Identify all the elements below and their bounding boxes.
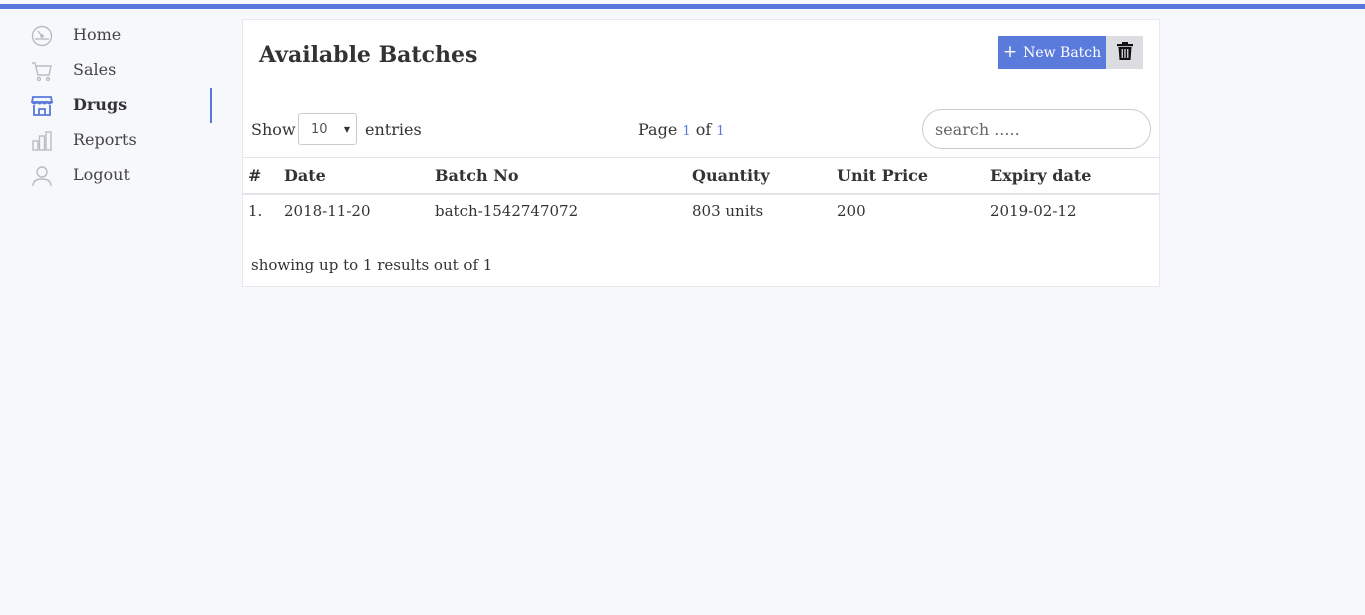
new-batch-label: New Batch — [1023, 44, 1102, 61]
header-number: # — [248, 165, 262, 185]
delete-button[interactable] — [1106, 36, 1143, 69]
header-batch-no: Batch No — [435, 165, 519, 185]
user-icon — [30, 164, 54, 188]
cell-date: 2018-11-20 — [284, 202, 371, 220]
store-icon — [30, 94, 54, 118]
pager-of: of — [695, 120, 712, 139]
sidebar-item-reports[interactable]: Reports — [0, 123, 215, 158]
pager-prefix: Page — [638, 120, 678, 139]
entries-select[interactable]: 10 ▼ — [298, 113, 357, 145]
header-date: Date — [284, 165, 326, 185]
page-title: Available Batches — [259, 42, 478, 68]
pager-total: 1 — [716, 124, 725, 139]
dashboard-icon — [30, 24, 54, 48]
cell-number: 1. — [248, 202, 263, 220]
plus-icon: + — [1002, 42, 1018, 62]
sidebar-item-logout[interactable]: Logout — [0, 158, 215, 193]
sidebar-item-label: Drugs — [73, 95, 128, 114]
sidebar-item-sales[interactable]: Sales — [0, 53, 215, 88]
pagination-info: Page 1 of 1 — [638, 120, 725, 139]
cart-icon — [30, 59, 54, 83]
sidebar-item-label: Sales — [73, 60, 117, 79]
cell-expiry-date: 2019-02-12 — [990, 202, 1077, 220]
cell-unit-price: 200 — [837, 202, 866, 220]
cell-quantity: 803 units — [692, 202, 764, 220]
results-summary: showing up to 1 results out of 1 — [251, 256, 493, 274]
sidebar-item-label: Logout — [73, 165, 130, 184]
header-unit-price: Unit Price — [837, 165, 929, 185]
sidebar-item-home[interactable]: Home — [0, 18, 215, 53]
batches-card: Available Batches + New Batch Show 10 ▼ … — [242, 19, 1160, 287]
pager-current: 1 — [682, 124, 691, 139]
sidebar-item-label: Reports — [73, 130, 137, 149]
header-expiry-date: Expiry date — [990, 165, 1092, 185]
header-quantity: Quantity — [692, 165, 770, 185]
table-header-row: # Date Batch No Quantity Unit Price Expi… — [243, 157, 1159, 194]
new-batch-button[interactable]: + New Batch — [998, 36, 1106, 69]
batches-table: # Date Batch No Quantity Unit Price Expi… — [243, 157, 1159, 228]
caret-down-icon: ▼ — [343, 125, 350, 134]
sidebar-item-label: Home — [73, 25, 122, 44]
table-row[interactable]: 1. 2018-11-20 batch-1542747072 803 units… — [243, 194, 1159, 228]
show-label: Show — [251, 120, 296, 139]
search-input[interactable] — [922, 109, 1151, 149]
top-accent-bar — [0, 4, 1365, 9]
entries-label: entries — [365, 120, 422, 139]
sidebar: Home Sales Drugs Reports Logout — [0, 18, 215, 193]
trash-icon — [1116, 42, 1133, 63]
sidebar-item-drugs[interactable]: Drugs — [0, 88, 215, 123]
cell-batch-no: batch-1542747072 — [435, 202, 579, 220]
bar-chart-icon — [30, 129, 54, 153]
entries-value: 10 — [311, 121, 328, 137]
